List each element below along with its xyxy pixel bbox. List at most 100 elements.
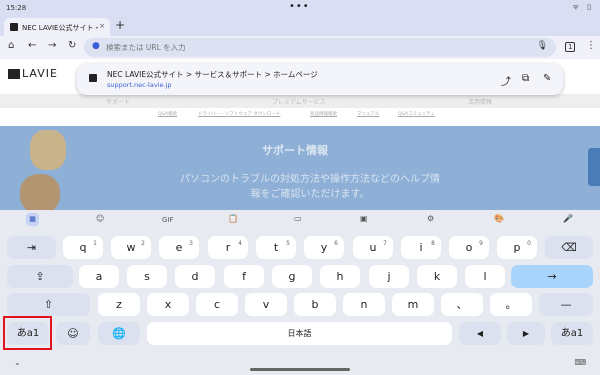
emoji-key[interactable]: ☺ — [56, 322, 90, 345]
highlight-box — [3, 316, 52, 350]
clipboard-icon[interactable]: 📋 — [228, 214, 238, 223]
settings-gear-icon[interactable]: ⚙ — [427, 214, 434, 223]
home-gesture-handle[interactable] — [250, 368, 350, 371]
new-tab-button[interactable]: + — [115, 18, 125, 32]
keyboard-switch-icon[interactable]: ⌨ — [574, 358, 586, 367]
key-hint: 6 — [334, 240, 338, 247]
subnav-product-search[interactable]: 商品情報検索 — [310, 111, 337, 117]
key-m[interactable]: m — [392, 293, 434, 316]
key-i[interactable]: i8 — [401, 236, 441, 259]
site-logo[interactable]: LAVIE — [8, 67, 58, 80]
nav-item-tips[interactable]: 活用情報 — [468, 97, 492, 106]
key-b[interactable]: b — [294, 293, 336, 316]
status-bar: 15:28 ••• ᯤ ▯ — [0, 0, 600, 16]
subnav-manual[interactable]: マニュアル — [357, 111, 379, 117]
key-hint: 4 — [238, 240, 242, 247]
key-w[interactable]: w2 — [111, 236, 151, 259]
gif-button[interactable]: GIF — [162, 216, 174, 224]
key-hint: 2 — [141, 240, 145, 247]
subnav-driver-download[interactable]: ドライバー・ソフトウェア ダウンロード — [198, 111, 280, 117]
backspace-key[interactable]: ⌫ — [545, 236, 593, 259]
hide-keyboard-chevron-icon[interactable]: ⌄ — [14, 358, 21, 367]
key-d[interactable]: d — [175, 265, 215, 288]
key-t[interactable]: t5 — [256, 236, 296, 259]
key-comma-jp[interactable]: 、 — [441, 293, 483, 316]
more-dots-icon[interactable]: ••• — [289, 1, 310, 12]
key-c[interactable]: c — [196, 293, 238, 316]
key-e[interactable]: e3 — [159, 236, 199, 259]
logo-mark-icon — [8, 69, 20, 79]
key-f[interactable]: f — [224, 265, 264, 288]
key-p[interactable]: p0 — [497, 236, 537, 259]
tab-switcher-button[interactable]: 1 — [565, 42, 576, 52]
omnibox[interactable]: ● 🎙 — [84, 38, 556, 57]
copy-icon[interactable]: ⧉ — [522, 73, 529, 84]
key-hint: 7 — [383, 240, 387, 247]
status-time: 15:28 — [6, 4, 27, 12]
sticker-icon[interactable]: ☺ — [96, 214, 104, 223]
chat-support-tab[interactable] — [588, 148, 600, 186]
key-u[interactable]: u7 — [353, 236, 393, 259]
key-v[interactable]: v — [245, 293, 287, 316]
address-input[interactable] — [106, 40, 526, 55]
cursor-left-key[interactable]: ◀ — [459, 322, 501, 345]
menu-icon[interactable]: ⋮ — [586, 40, 596, 51]
key-label: w — [126, 241, 136, 254]
key-x[interactable]: x — [147, 293, 189, 316]
share-icon[interactable]: ⤴ — [501, 73, 511, 88]
enter-key[interactable]: → — [511, 265, 593, 288]
floating-keyboard-icon[interactable]: ▣ — [360, 214, 368, 223]
shift-key[interactable]: ⇧ — [7, 293, 90, 316]
globe-key[interactable]: 🌐 — [98, 322, 140, 345]
key-l[interactable]: l — [465, 265, 505, 288]
key-n[interactable]: n — [343, 293, 385, 316]
edit-icon[interactable]: ✎ — [543, 73, 551, 84]
nav-item-premium[interactable]: プレミアムサービス — [272, 97, 326, 106]
tab-key[interactable]: ⇥ — [7, 236, 56, 259]
apps-grid-icon[interactable]: ▦ — [26, 213, 39, 226]
tab-title: NEC LAVIE公式サイト・ — [22, 24, 101, 32]
hero-title: サポート情報 — [262, 144, 328, 157]
key-z[interactable]: z — [98, 293, 140, 316]
input-mode-switch-key-right[interactable]: あa1 — [551, 322, 593, 345]
one-hand-mode-icon[interactable]: ▭ — [294, 214, 302, 223]
key-label: q — [79, 241, 87, 254]
key-s[interactable]: s — [127, 265, 167, 288]
close-tab-icon[interactable]: × — [99, 22, 105, 30]
key-label: o — [465, 241, 473, 254]
key-hint: 8 — [431, 240, 435, 247]
key-o[interactable]: o9 — [449, 236, 489, 259]
dash-key[interactable]: — — [539, 293, 593, 316]
cursor-right-key[interactable]: ▶ — [507, 322, 545, 345]
key-label: t — [273, 241, 279, 254]
site-favicon-icon — [10, 23, 18, 31]
voice-search-icon[interactable]: 🎙 — [537, 41, 548, 51]
url-suggestion-card[interactable]: NEC LAVIE公式サイト > サービス＆サポート > ホームページ supp… — [77, 64, 563, 95]
space-key[interactable]: 日本語 — [147, 322, 452, 345]
key-h[interactable]: h — [320, 265, 360, 288]
hero-description: パソコンのトラブルの対処方法や操作方法などのヘルプ情報をご確認いただけます。 — [180, 174, 440, 200]
subnav-qa-community[interactable]: Q&Aコミュニティ — [398, 111, 435, 117]
reload-icon[interactable]: ↻ — [68, 40, 76, 51]
key-k[interactable]: k — [417, 265, 457, 288]
key-a[interactable]: a — [79, 265, 119, 288]
key-period-jp[interactable]: 。 — [490, 293, 532, 316]
key-r[interactable]: r4 — [208, 236, 248, 259]
back-icon[interactable]: ← — [28, 40, 36, 51]
key-g[interactable]: g — [272, 265, 312, 288]
home-icon[interactable]: ⌂ — [8, 40, 14, 51]
voice-input-mic-icon[interactable]: 🎤 — [563, 214, 573, 223]
key-q[interactable]: q1 — [63, 236, 103, 259]
key-y[interactable]: y6 — [304, 236, 344, 259]
nav-item-support[interactable]: サポート — [106, 97, 130, 106]
key-label: r — [225, 241, 231, 254]
subnav-qa-search[interactable]: Q&A検索 — [158, 111, 177, 117]
caps-lock-key[interactable]: ⇪ — [7, 265, 73, 288]
theme-palette-icon[interactable]: 🎨 — [494, 214, 504, 223]
key-hint: 1 — [93, 240, 97, 247]
forward-icon[interactable]: → — [48, 40, 56, 51]
browser-tab[interactable]: NEC LAVIE公式サイト・ × — [4, 18, 110, 36]
key-label: i — [419, 241, 423, 254]
key-j[interactable]: j — [369, 265, 409, 288]
hero-banner: サポート情報 パソコンのトラブルの対処方法や操作方法などのヘルプ情報をご確認いた… — [0, 126, 600, 210]
